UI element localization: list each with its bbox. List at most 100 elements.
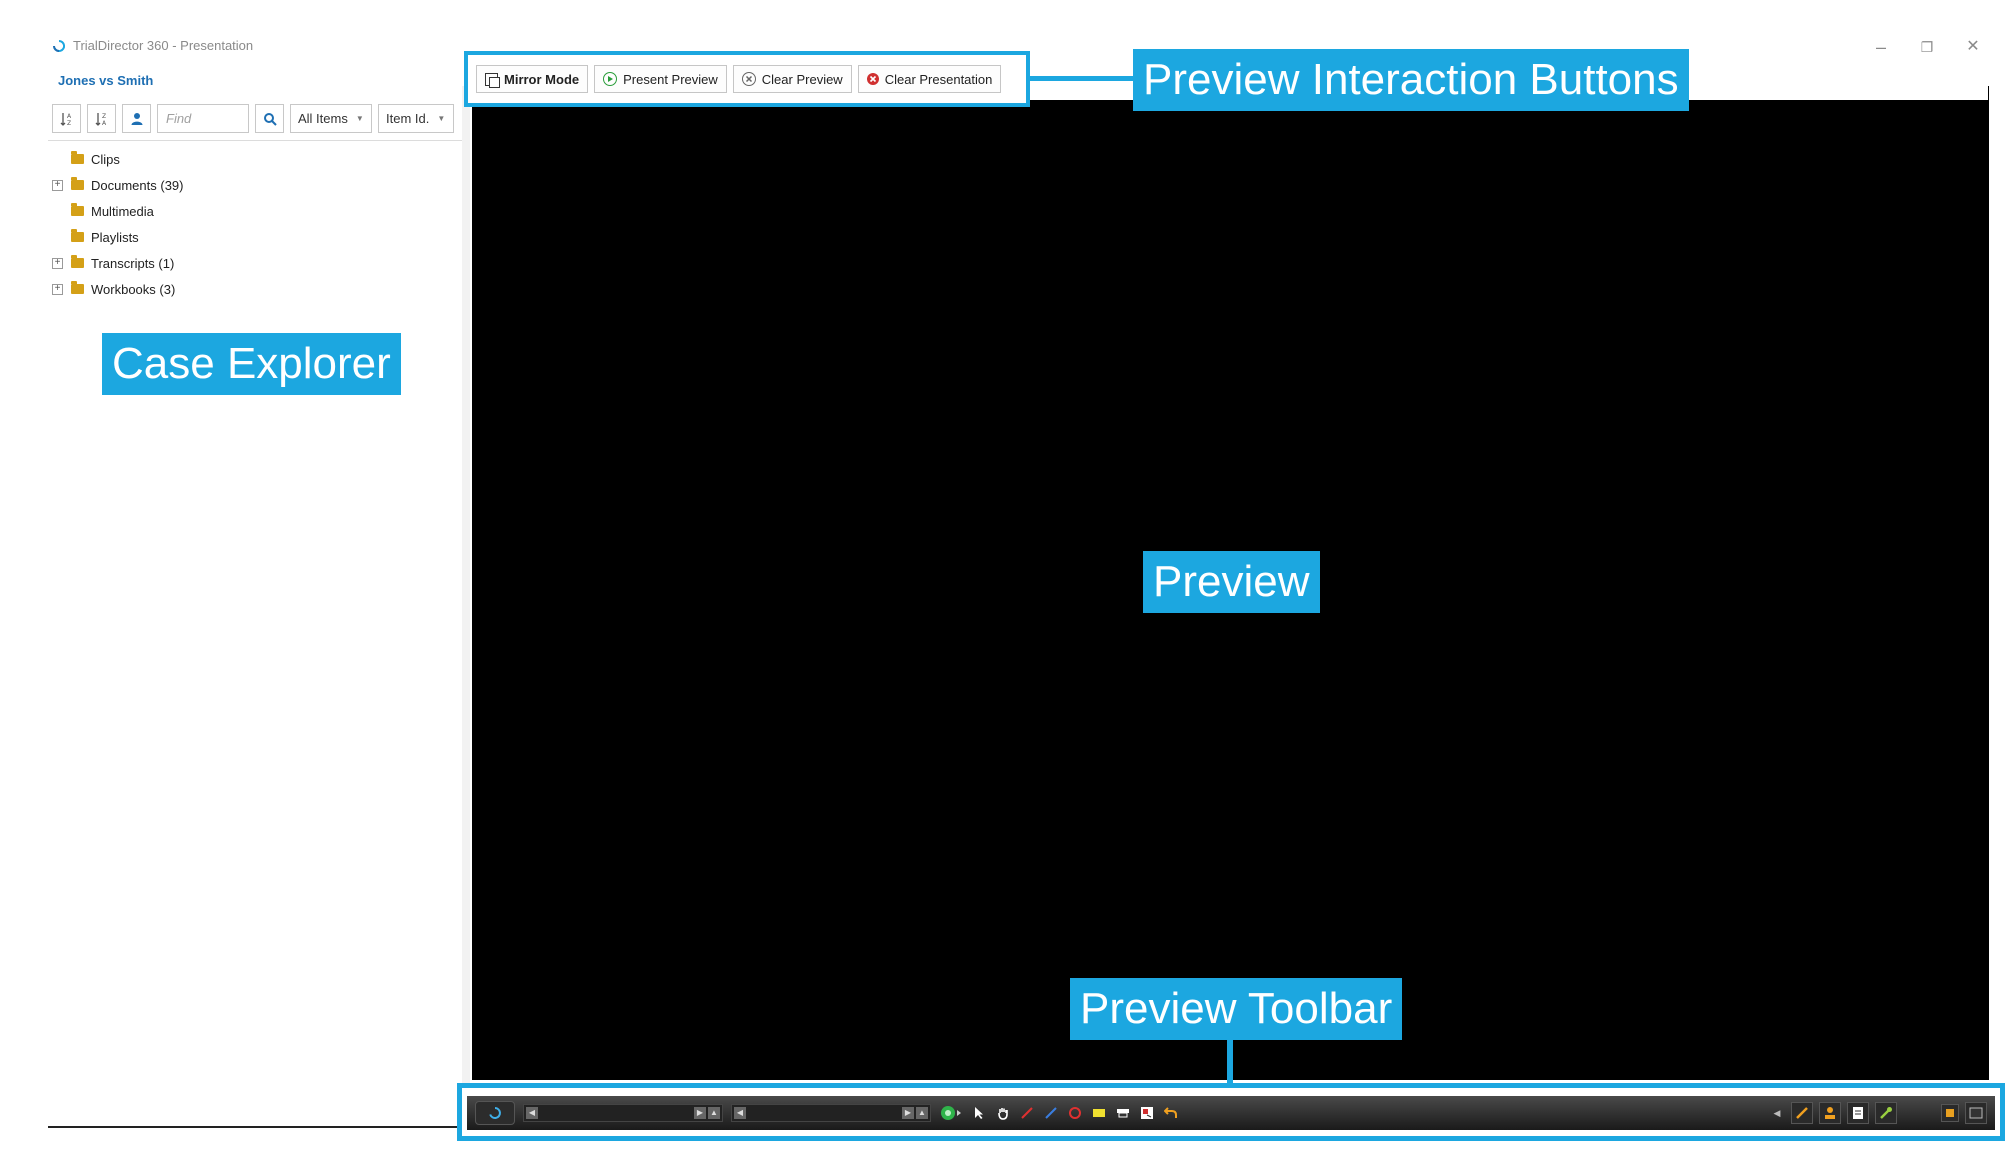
folder-icon (71, 255, 84, 268)
minimize-button[interactable]: – (1866, 32, 1896, 62)
panel-bottom-border (48, 1126, 462, 1128)
page-slider-2[interactable]: ◀ ▶ ▲ (731, 1104, 931, 1122)
blue-pen-icon[interactable] (1043, 1105, 1059, 1121)
tree-item-documents[interactable]: + Documents (39) (52, 172, 183, 198)
chevron-down-icon: ▼ (437, 114, 446, 123)
sync-button[interactable] (475, 1101, 515, 1125)
go-circle-icon (941, 1106, 961, 1120)
clear-preview-button[interactable]: Clear Preview (732, 65, 852, 93)
chevron-left-icon[interactable]: ◀ (734, 1107, 746, 1119)
window-title: TrialDirector 360 - Presentation (73, 38, 254, 53)
sort-ascending-button[interactable]: A Z (52, 104, 81, 133)
select-arrow-icon[interactable] (971, 1105, 987, 1121)
search-button[interactable] (255, 104, 284, 133)
toolbar-divider (48, 140, 462, 141)
person-stamp-icon (1825, 1107, 1835, 1119)
red-pen-icon[interactable] (1019, 1105, 1035, 1121)
mirror-mode-label: Mirror Mode (504, 71, 580, 87)
svg-text:Z: Z (67, 120, 71, 127)
case-name: Jones vs Smith (58, 73, 154, 88)
tree-item-clips[interactable]: Clips (52, 146, 183, 172)
sort-descending-button[interactable]: Z A (87, 104, 116, 133)
chevron-left-icon[interactable]: ◀ (526, 1107, 538, 1119)
highlighter-icon[interactable] (1091, 1105, 1107, 1121)
play-icon (603, 72, 618, 86)
search-icon (263, 112, 277, 126)
chevron-right-icon[interactable]: ▶ (694, 1107, 706, 1119)
settings-button[interactable] (1875, 1102, 1897, 1124)
clear-presentation-button[interactable]: Clear Presentation (857, 65, 1002, 93)
close-button[interactable]: ✕ (1958, 32, 1988, 62)
tree-item-playlists[interactable]: Playlists (52, 224, 183, 250)
clear-icon (741, 72, 756, 86)
tree-item-label: Transcripts (1) (91, 255, 175, 271)
trialdirector-logo-icon (53, 39, 66, 52)
find-input[interactable]: Find (157, 104, 249, 133)
go-button[interactable] (939, 1105, 963, 1121)
callout-icon[interactable] (1139, 1105, 1155, 1121)
fullscreen-icon[interactable] (1965, 1102, 1987, 1124)
tree-item-workbooks[interactable]: + Workbooks (3) (52, 276, 183, 302)
case-explorer-tree: Clips + Documents (39) Multimedia Playli… (52, 146, 183, 302)
pen-icon (1796, 1107, 1808, 1119)
ellipse-icon[interactable] (1067, 1105, 1083, 1121)
toolbar-right-group: ◀ (1769, 1102, 1987, 1124)
clear-presentation-label: Clear Presentation (884, 71, 993, 87)
callout-preview-toolbar: Preview Toolbar (1070, 978, 1403, 1040)
chevron-right-icon[interactable]: ▶ (902, 1107, 914, 1119)
svg-text:Z: Z (102, 113, 106, 120)
tree-item-multimedia[interactable]: Multimedia (52, 198, 183, 224)
restore-button[interactable]: ❐ (1912, 32, 1942, 62)
callout-case-explorer: Case Explorer (102, 333, 401, 395)
sync-icon (489, 1107, 501, 1119)
sort-field-dropdown[interactable]: Item Id. ▼ (378, 104, 454, 133)
folder-icon (71, 151, 84, 164)
thumbnail-icon[interactable] (1941, 1104, 1959, 1122)
tree-item-label: Playlists (91, 229, 139, 245)
undo-icon[interactable] (1163, 1105, 1179, 1121)
expand-icon[interactable]: + (52, 179, 63, 191)
chevron-up-icon[interactable]: ▲ (916, 1107, 928, 1119)
case-explorer-toolbar: A Z Z A Find All Items ▼ Item Id. ▼ (52, 104, 454, 133)
document-icon (1853, 1107, 1863, 1119)
panel-splitter[interactable] (462, 86, 470, 1088)
hand-icon[interactable] (995, 1105, 1011, 1121)
annotation-pen-button[interactable] (1791, 1102, 1813, 1124)
svg-text:A: A (67, 113, 72, 120)
callout-preview: Preview (1143, 551, 1320, 613)
filter-dropdown[interactable]: All Items ▼ (290, 104, 372, 133)
tree-item-label: Workbooks (3) (91, 281, 176, 297)
present-preview-label: Present Preview (623, 71, 718, 87)
chevron-down-icon: ▼ (355, 114, 364, 123)
redact-icon[interactable] (1115, 1105, 1131, 1121)
expand-icon[interactable]: + (52, 257, 63, 269)
tree-item-label: Documents (39) (91, 177, 184, 193)
preview-toolbar: ◀ ▶ ▲ ◀ ▶ ▲ ◀ (467, 1096, 1995, 1130)
callout-preview-interaction-buttons: Preview Interaction Buttons (1133, 49, 1689, 111)
sort-descending-icon: Z A (95, 112, 107, 127)
tree-item-label: Clips (91, 151, 120, 167)
user-filter-button[interactable] (122, 104, 151, 133)
sort-ascending-icon: A Z (60, 112, 72, 127)
tree-item-transcripts[interactable]: + Transcripts (1) (52, 250, 183, 276)
folder-icon (71, 281, 84, 294)
svg-text:A: A (102, 120, 107, 127)
app-title: TrialDirector 360 - Presentation (52, 38, 253, 53)
preview-interaction-buttons: Mirror Mode Present Preview Clear Previe… (464, 51, 1030, 107)
callout-connector (1227, 1040, 1233, 1084)
callout-connector (1030, 76, 1134, 81)
sort-field-dropdown-value: Item Id. (386, 111, 430, 126)
wrench-icon (1880, 1107, 1892, 1119)
page-slider-1[interactable]: ◀ ▶ ▲ (523, 1104, 723, 1122)
mirror-mode-button[interactable]: Mirror Mode (476, 65, 589, 93)
present-preview-button[interactable]: Present Preview (594, 65, 727, 93)
document-button[interactable] (1847, 1102, 1869, 1124)
expand-icon[interactable]: + (52, 283, 63, 295)
person-stamp-button[interactable] (1819, 1102, 1841, 1124)
collapse-left-icon[interactable]: ◀ (1769, 1105, 1785, 1121)
chevron-up-icon[interactable]: ▲ (708, 1107, 720, 1119)
folder-icon (71, 229, 84, 242)
tree-item-label: Multimedia (91, 203, 154, 219)
mirror-icon (485, 72, 500, 88)
person-icon (131, 112, 142, 125)
